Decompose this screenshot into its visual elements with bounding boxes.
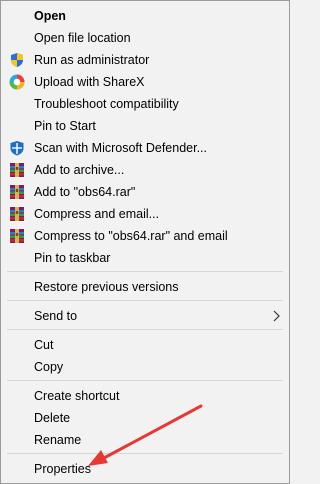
annotation-arrow-icon bbox=[88, 404, 203, 466]
